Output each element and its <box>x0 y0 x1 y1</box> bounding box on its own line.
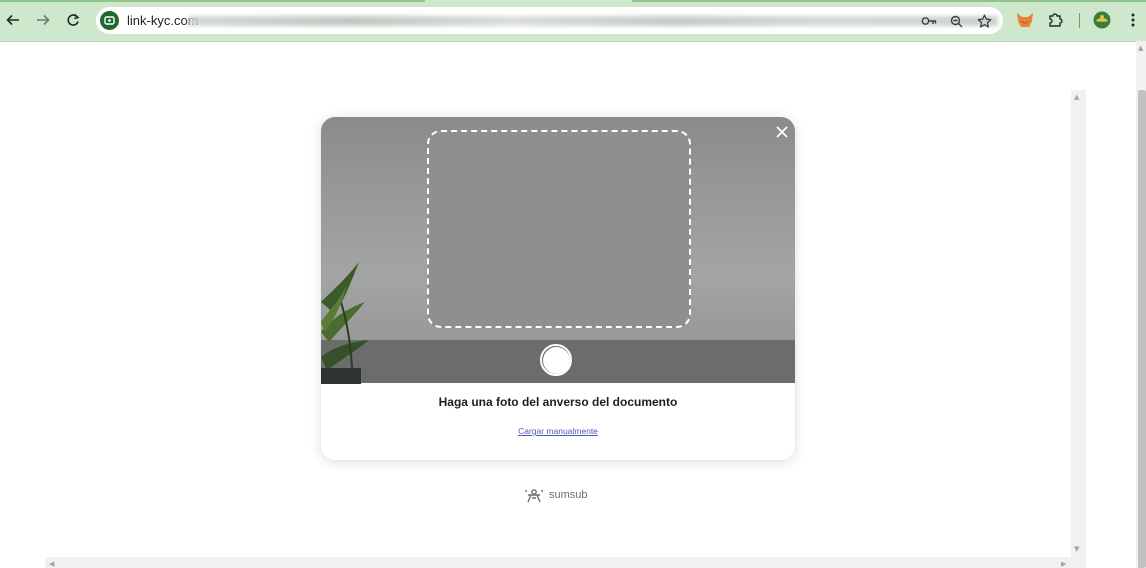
sumsub-brand: sumsub <box>524 486 588 504</box>
sumsub-logo-icon <box>525 489 543 503</box>
frame-vertical-scrollbar[interactable] <box>1071 90 1086 557</box>
zoom-icon[interactable] <box>946 11 966 31</box>
tab-indicator <box>0 0 425 2</box>
page-scrollbar-thumb[interactable] <box>1138 90 1146 568</box>
forward-arrow-icon[interactable] <box>32 9 54 31</box>
scroll-up-arrow-icon[interactable]: ▲ <box>1138 44 1143 52</box>
frame-scroll-up-arrow-icon[interactable]: ▲ <box>1074 93 1079 101</box>
back-arrow-icon[interactable] <box>2 9 24 31</box>
shutter-button-icon <box>542 346 570 374</box>
close-icon[interactable] <box>772 122 792 142</box>
frame-scroll-left-arrow-icon[interactable]: ◀ <box>49 560 54 568</box>
frame-scroll-right-arrow-icon[interactable]: ▶ <box>1061 560 1066 568</box>
background-plant <box>321 262 369 384</box>
url-path-blurred <box>188 16 998 26</box>
frame-scroll-down-arrow-icon[interactable]: ▼ <box>1074 545 1079 553</box>
document-capture-dialog: Haga una foto del anverso del documento … <box>321 117 795 460</box>
extension-fox-icon[interactable] <box>1015 10 1035 30</box>
camera-preview <box>321 117 795 384</box>
browser-toolbar: link-kyc.com <box>0 0 1146 42</box>
profile-avatar-icon[interactable] <box>1092 10 1112 30</box>
site-info-icon[interactable] <box>100 11 119 30</box>
document-frame-guide <box>427 130 691 328</box>
reload-icon[interactable] <box>62 9 84 31</box>
upload-manually-link[interactable]: Cargar manualmente <box>321 426 795 436</box>
shutter-button[interactable] <box>540 344 572 376</box>
address-bar[interactable]: link-kyc.com <box>96 7 1003 34</box>
capture-instruction: Haga una foto del anverso del documento <box>438 395 678 409</box>
kebab-menu-icon[interactable] <box>1123 10 1143 30</box>
toolbar-separator <box>1079 13 1080 28</box>
star-icon[interactable] <box>974 11 994 31</box>
puzzle-icon[interactable] <box>1045 10 1065 30</box>
tab-indicator <box>632 0 1146 2</box>
brand-name: sumsub <box>549 489 588 501</box>
key-icon[interactable] <box>919 11 939 31</box>
frame-horizontal-scrollbar[interactable] <box>45 557 1086 568</box>
